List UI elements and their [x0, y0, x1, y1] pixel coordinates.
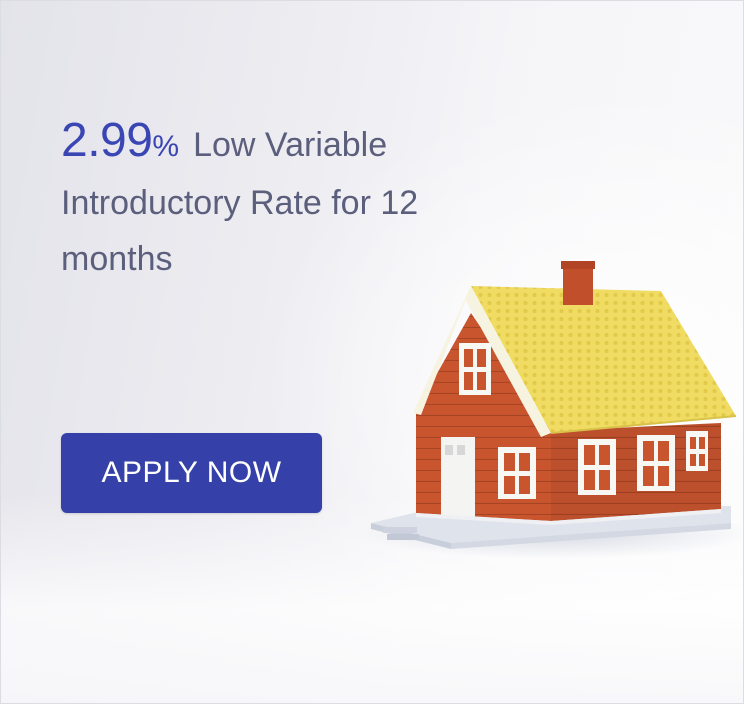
house-icon: [356, 261, 741, 559]
rate-unit: %: [152, 130, 180, 163]
rate-value: 2.99: [61, 114, 153, 167]
apply-now-button[interactable]: APPLY NOW: [61, 433, 322, 513]
promo-banner: 2.99% Low Variable Introductory Rate for …: [0, 0, 744, 704]
